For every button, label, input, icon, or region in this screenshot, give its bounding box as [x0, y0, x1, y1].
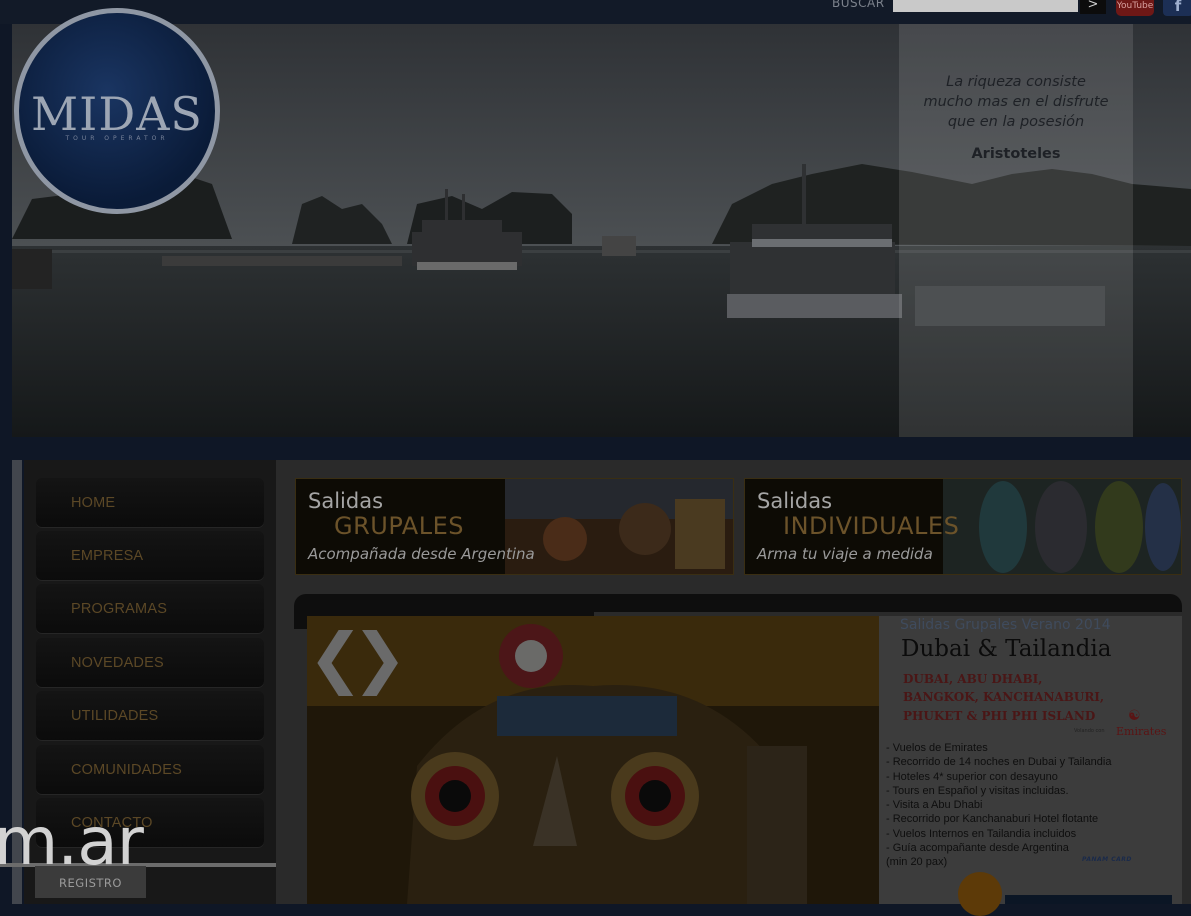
search-input[interactable]	[893, 0, 1078, 12]
banner-line2: GRUPALES	[334, 512, 464, 540]
promo-feature: - Tours en Español y visitas incluidas.	[886, 784, 1069, 797]
banner-grupales-image	[505, 479, 733, 574]
emirates-name: Emirates	[1116, 725, 1167, 738]
search-button[interactable]: >	[1080, 0, 1106, 14]
emirates-prefix: Volando con	[1074, 728, 1105, 734]
nav-item-utilidades[interactable]: UTILIDADES	[36, 691, 264, 741]
facebook-icon[interactable]: f	[1163, 0, 1191, 16]
promo-feature: - Vuelos Internos en Tailandia incluidos	[886, 827, 1077, 840]
quote-author: Aristoteles	[971, 146, 1061, 162]
nav-item-programas[interactable]: PROGRAMAS	[36, 584, 264, 634]
nav-item-comunidades[interactable]: COMUNIDADES	[36, 745, 264, 795]
promo-feature: - Visita a Abu Dhabi	[886, 799, 983, 812]
midas-logo[interactable]: MIDAS TOUR OPERATOR	[14, 8, 220, 214]
promo-feature: - Vuelos de Emirates	[886, 742, 988, 754]
nav-label: HOME	[71, 495, 116, 511]
quote-panel: La riqueza consiste mucho mas en el disf…	[899, 24, 1133, 437]
promo-feature: - Recorrido por Kanchanaburi Hotel flota…	[886, 813, 1099, 826]
nav-item-home[interactable]: HOME	[36, 478, 264, 528]
banner-individuales-image	[943, 479, 1181, 574]
nav-label: COMUNIDADES	[71, 762, 182, 778]
quote-line: que en la posesión	[947, 114, 1085, 130]
banner-individuales[interactable]: Salidas INDIVIDUALES Arma tu viaje a med…	[744, 478, 1182, 575]
quote-text: La riqueza consiste mucho mas en el disf…	[899, 72, 1133, 132]
promo-destination: BANGKOK, KANCHANABURI,	[903, 690, 1105, 704]
promo-feature: (min 20 pax)	[886, 856, 948, 869]
search-label: BUSCAR	[832, 0, 885, 10]
banner-line1: Salidas	[308, 489, 384, 513]
partner-logo: PANAM CARD	[1082, 856, 1132, 863]
logo-name: MIDAS	[31, 87, 203, 141]
nav-item-novedades[interactable]: NOVEDADES	[36, 638, 264, 688]
nav-item-empresa[interactable]: EMPRESA	[36, 531, 264, 581]
registro-button[interactable]: REGISTRO	[35, 866, 146, 898]
logo-subtitle: TOUR OPERATOR	[65, 135, 169, 142]
promo-feature: - Guía acompañante desde Argentina	[886, 842, 1069, 855]
nav-label: EMPRESA	[71, 548, 144, 564]
youtube-icon-label: YouTube	[1116, 1, 1154, 11]
promo-footer-strip	[1005, 895, 1172, 904]
banner-line2: INDIVIDUALES	[783, 512, 960, 540]
promo-badge	[958, 872, 1002, 916]
promo-feature: - Hoteles 4* superior con desayuno	[886, 770, 1058, 783]
nav-label: NOVEDADES	[71, 655, 164, 671]
emirates-mark-icon: ☯	[1128, 708, 1141, 724]
nav-label: PROGRAMAS	[71, 601, 168, 617]
promo-title: Dubai & Tailandia	[901, 636, 1112, 662]
quote-line: mucho mas en el disfrute	[923, 94, 1109, 110]
promo-destination: PHUKET & PHI PHI ISLAND	[903, 709, 1096, 723]
banner-line3: Acompañada desde Argentina	[308, 545, 535, 563]
banner-line3: Arma tu viaje a medida	[757, 545, 933, 563]
slider-header	[294, 594, 1182, 612]
banner-grupales[interactable]: Salidas GRUPALES Acompañada desde Argent…	[295, 478, 734, 575]
promo-feature: - Recorrido de 14 noches en Dubai y Tail…	[886, 756, 1112, 769]
promo-features: - Vuelos de Emirates - Recorrido de 14 n…	[886, 741, 1111, 870]
quote-line: La riqueza consiste	[946, 74, 1086, 90]
promo-eyebrow: Salidas Grupales Verano 2014	[900, 617, 1111, 633]
youtube-icon[interactable]: YouTube	[1116, 0, 1154, 16]
slider-next-arrow[interactable]: ❯	[352, 618, 407, 698]
nav-label: UTILIDADES	[71, 708, 159, 724]
promo-destination: DUBAI, ABU DHABI,	[903, 672, 1043, 686]
banner-line1: Salidas	[757, 489, 833, 513]
emirates-logo: Volando con ☯ Emirates	[1074, 708, 1166, 742]
